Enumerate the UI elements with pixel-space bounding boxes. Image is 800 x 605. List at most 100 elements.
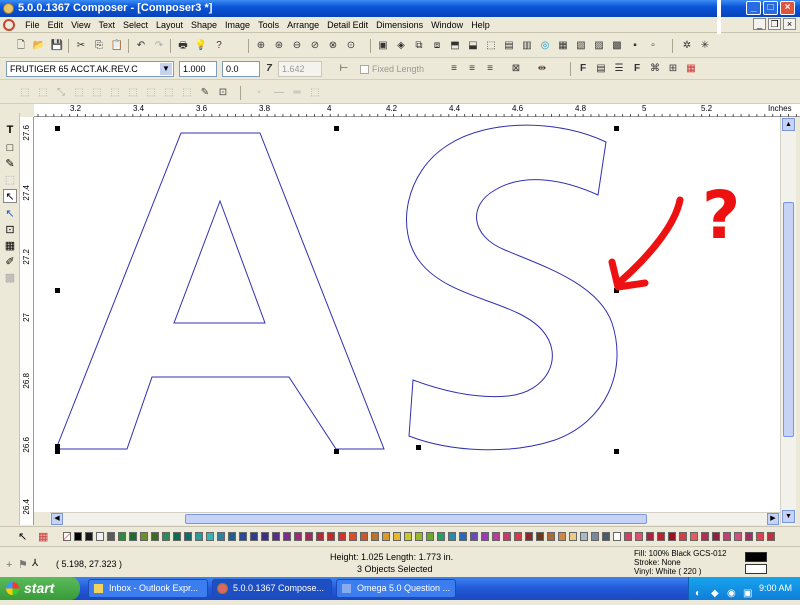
horizontal-scroll-thumb[interactable] xyxy=(185,514,647,524)
font-size-input[interactable]: 1.000 xyxy=(179,61,217,77)
doc-minimize-button[interactable]: _ xyxy=(753,18,766,30)
task-omega-question[interactable]: Omega 5.0 Question ... xyxy=(336,579,456,598)
color-swatch[interactable] xyxy=(206,532,214,541)
node-select-icon[interactable]: ↖ xyxy=(3,207,17,221)
color-swatch[interactable] xyxy=(426,532,434,541)
shape-10-icon[interactable]: ⬚ xyxy=(180,86,194,99)
color-swatch[interactable] xyxy=(679,532,687,541)
menu-help[interactable]: Help xyxy=(467,17,494,33)
color-swatch[interactable] xyxy=(360,532,368,541)
color-swatch[interactable] xyxy=(305,532,313,541)
font-style-icon[interactable]: F xyxy=(630,62,644,75)
color-swatch[interactable] xyxy=(184,532,192,541)
task-composer[interactable]: 5.0.0.1367 Compose... xyxy=(212,579,332,598)
color-swatch[interactable] xyxy=(151,532,159,541)
color-swatch[interactable] xyxy=(371,532,379,541)
menu-dimensions[interactable]: Dimensions xyxy=(372,17,427,33)
menu-file[interactable]: File xyxy=(21,17,44,33)
shape-3-icon[interactable]: ⤡ xyxy=(54,86,68,99)
color-swatch[interactable] xyxy=(327,532,335,541)
edit-pencil-icon[interactable]: ✎ xyxy=(198,86,212,99)
tool-11-icon[interactable]: ▦ xyxy=(556,39,570,52)
color-swatch[interactable] xyxy=(701,532,709,541)
color-swatch[interactable] xyxy=(734,532,742,541)
new-file-icon[interactable]: 🗋 xyxy=(14,39,28,52)
color-swatch[interactable] xyxy=(404,532,412,541)
color-swatch[interactable] xyxy=(690,532,698,541)
offset-input[interactable]: 0.0 xyxy=(222,61,260,77)
drawing-canvas[interactable]: ? xyxy=(34,117,780,512)
tool-1-icon[interactable]: ▣ xyxy=(376,39,390,52)
tray-network-icon[interactable]: ◐ xyxy=(695,582,701,605)
color-swatch[interactable] xyxy=(514,532,522,541)
menu-detail-edit[interactable]: Detail Edit xyxy=(323,17,372,33)
slant-input[interactable]: 1.642 xyxy=(278,61,322,77)
color-swatch[interactable] xyxy=(712,532,720,541)
scroll-right-icon[interactable]: ▶ xyxy=(767,513,779,525)
color-swatch[interactable] xyxy=(558,532,566,541)
paste-icon[interactable]: 📋 xyxy=(110,39,124,52)
align-center-icon[interactable]: ≡ xyxy=(465,62,479,75)
color-swatch[interactable] xyxy=(767,532,775,541)
color-swatch[interactable] xyxy=(140,532,148,541)
scroll-left-icon[interactable]: ◀ xyxy=(51,513,63,525)
tray-app-icon[interactable]: ▣ xyxy=(743,582,752,605)
color-swatch[interactable] xyxy=(239,532,247,541)
color-swatch[interactable] xyxy=(283,532,291,541)
zoom-selection-icon[interactable]: ⊙ xyxy=(344,39,358,52)
tray-shield-icon[interactable]: ◆ xyxy=(711,582,719,605)
menu-text[interactable]: Text xyxy=(94,17,119,33)
eyedropper-icon[interactable]: ✐ xyxy=(3,255,17,269)
tool-14-icon[interactable]: ▩ xyxy=(610,39,624,52)
menu-edit[interactable]: Edit xyxy=(44,17,68,33)
tool-13-icon[interactable]: ▨ xyxy=(592,39,606,52)
redo-icon[interactable]: ↷ xyxy=(152,39,166,52)
color-swatch[interactable] xyxy=(437,532,445,541)
color-swatch[interactable] xyxy=(107,532,115,541)
line-1-icon[interactable]: — xyxy=(272,86,286,99)
node-icon[interactable]: ◦ xyxy=(252,86,266,99)
color-swatch[interactable] xyxy=(591,532,599,541)
text-tool-icon[interactable]: T xyxy=(3,123,17,137)
text-frame-icon[interactable]: ⊠ xyxy=(509,62,523,75)
color-swatch[interactable] xyxy=(756,532,764,541)
color-swatch[interactable] xyxy=(195,532,203,541)
print-icon[interactable]: 🖶 xyxy=(176,39,190,52)
tool-7-icon[interactable]: ⬚ xyxy=(484,39,498,52)
cut-icon[interactable]: ✂ xyxy=(74,39,88,52)
align-right-icon[interactable]: ≡ xyxy=(483,62,497,75)
color-swatch[interactable] xyxy=(459,532,467,541)
color-swatch[interactable] xyxy=(470,532,478,541)
fill-pointer-icon[interactable]: ↖ xyxy=(18,530,27,543)
scroll-up-icon[interactable]: ▲ xyxy=(782,118,795,131)
pen-tool-icon[interactable]: ✎ xyxy=(3,157,17,171)
color-swatch[interactable] xyxy=(547,532,555,541)
zoom-fit-icon[interactable]: ⊛ xyxy=(272,39,286,52)
color-swatch[interactable] xyxy=(173,532,181,541)
node-edit-icon[interactable]: ⊡ xyxy=(216,86,230,99)
color-swatch[interactable] xyxy=(536,532,544,541)
color-swatch[interactable] xyxy=(349,532,357,541)
vertical-scroll-thumb[interactable] xyxy=(783,202,794,437)
chevron-down-icon[interactable]: ▼ xyxy=(160,63,172,75)
color-swatch[interactable] xyxy=(338,532,346,541)
color-swatch[interactable] xyxy=(492,532,500,541)
color-swatch[interactable] xyxy=(723,532,731,541)
close-button[interactable]: × xyxy=(780,1,795,15)
align-left-icon[interactable]: ≡ xyxy=(447,62,461,75)
color-grid-icon[interactable]: ▦ xyxy=(684,62,698,75)
text-style-3-icon[interactable]: ⌘ xyxy=(648,62,662,75)
text-style-2-icon[interactable]: ☰ xyxy=(612,62,626,75)
tool-18-icon[interactable]: ✳ xyxy=(698,39,712,52)
tool-17-icon[interactable]: ✲ xyxy=(680,39,694,52)
zoom-out-icon[interactable]: ⊖ xyxy=(290,39,304,52)
color-swatch[interactable] xyxy=(668,532,676,541)
tool-8-icon[interactable]: ▤ xyxy=(502,39,516,52)
hint-icon[interactable]: 💡 xyxy=(194,39,208,52)
color-swatch[interactable] xyxy=(448,532,456,541)
shape-5-icon[interactable]: ⬚ xyxy=(90,86,104,99)
shape-8-icon[interactable]: ⬚ xyxy=(144,86,158,99)
color-swatch[interactable] xyxy=(294,532,302,541)
image-tool-icon[interactable]: ▦ xyxy=(3,239,17,253)
zoom-previous-icon[interactable]: ⊘ xyxy=(308,39,322,52)
